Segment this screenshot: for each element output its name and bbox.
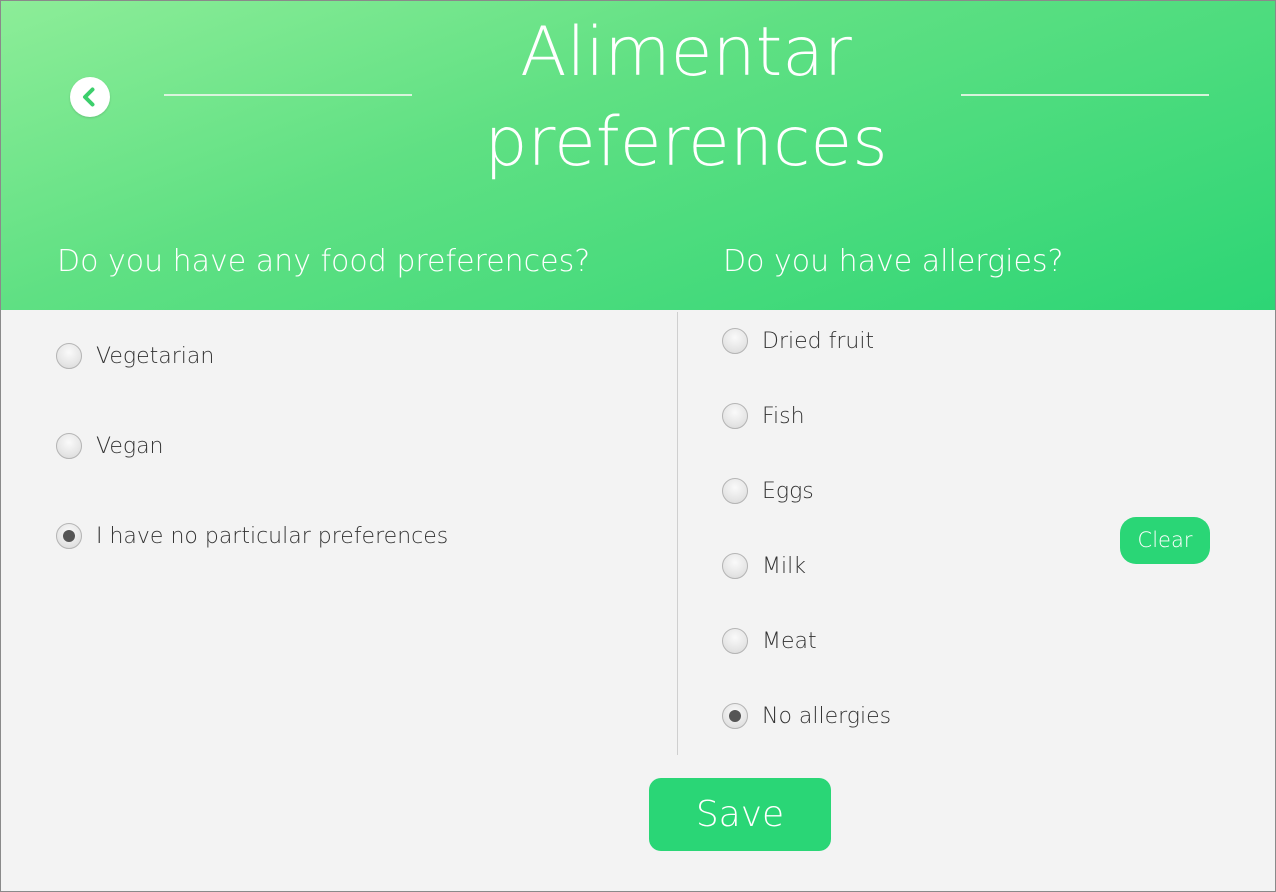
radio-option-no-allergies[interactable]: No allergies	[722, 700, 891, 732]
radio-label: I have no particular preferences	[96, 523, 449, 549]
radio-label: Vegan	[96, 433, 164, 459]
chevron-left-icon	[83, 87, 95, 107]
back-button[interactable]	[70, 77, 110, 117]
column-divider	[677, 312, 678, 755]
radio-option-vegetarian[interactable]: Vegetarian	[56, 340, 214, 372]
radio-button[interactable]	[722, 628, 748, 654]
radio-option-eggs[interactable]: Eggs	[722, 475, 814, 507]
header-divider-right	[961, 94, 1209, 96]
radio-label: Vegetarian	[96, 343, 215, 369]
radio-option-vegan[interactable]: Vegan	[56, 430, 164, 462]
radio-button-selected[interactable]	[56, 523, 82, 549]
header-divider-left	[164, 94, 412, 96]
page-title-line2: preferences	[484, 103, 888, 182]
radio-button[interactable]	[722, 478, 748, 504]
radio-option-fish[interactable]: Fish	[722, 400, 805, 432]
radio-button[interactable]	[56, 433, 82, 459]
app-window: Alimentar preferences Do you have any fo…	[0, 0, 1276, 892]
radio-label: Dried fruit	[762, 328, 875, 354]
page-title: Alimentar preferences	[420, 8, 952, 188]
radio-label: Milk	[762, 553, 806, 579]
radio-button[interactable]	[722, 553, 748, 579]
header: Alimentar preferences Do you have any fo…	[0, 0, 1276, 310]
radio-button[interactable]	[722, 328, 748, 354]
radio-button-selected[interactable]	[722, 703, 748, 729]
allergies-question: Do you have allergies?	[723, 244, 1064, 279]
page-title-line1: Alimentar	[520, 13, 852, 92]
radio-label: Meat	[762, 628, 817, 654]
radio-button[interactable]	[722, 403, 748, 429]
food-preferences-question: Do you have any food preferences?	[57, 244, 591, 279]
radio-label: Fish	[762, 403, 805, 429]
radio-option-dried-fruit[interactable]: Dried fruit	[722, 325, 874, 357]
radio-option-no-preferences[interactable]: I have no particular preferences	[56, 520, 448, 552]
radio-option-meat[interactable]: Meat	[722, 625, 817, 657]
radio-option-milk[interactable]: Milk	[722, 550, 806, 582]
clear-button[interactable]: Clear	[1120, 517, 1210, 564]
radio-label: No allergies	[762, 703, 892, 729]
radio-label: Eggs	[762, 478, 814, 504]
save-button[interactable]: Save	[649, 778, 831, 851]
radio-button[interactable]	[56, 343, 82, 369]
